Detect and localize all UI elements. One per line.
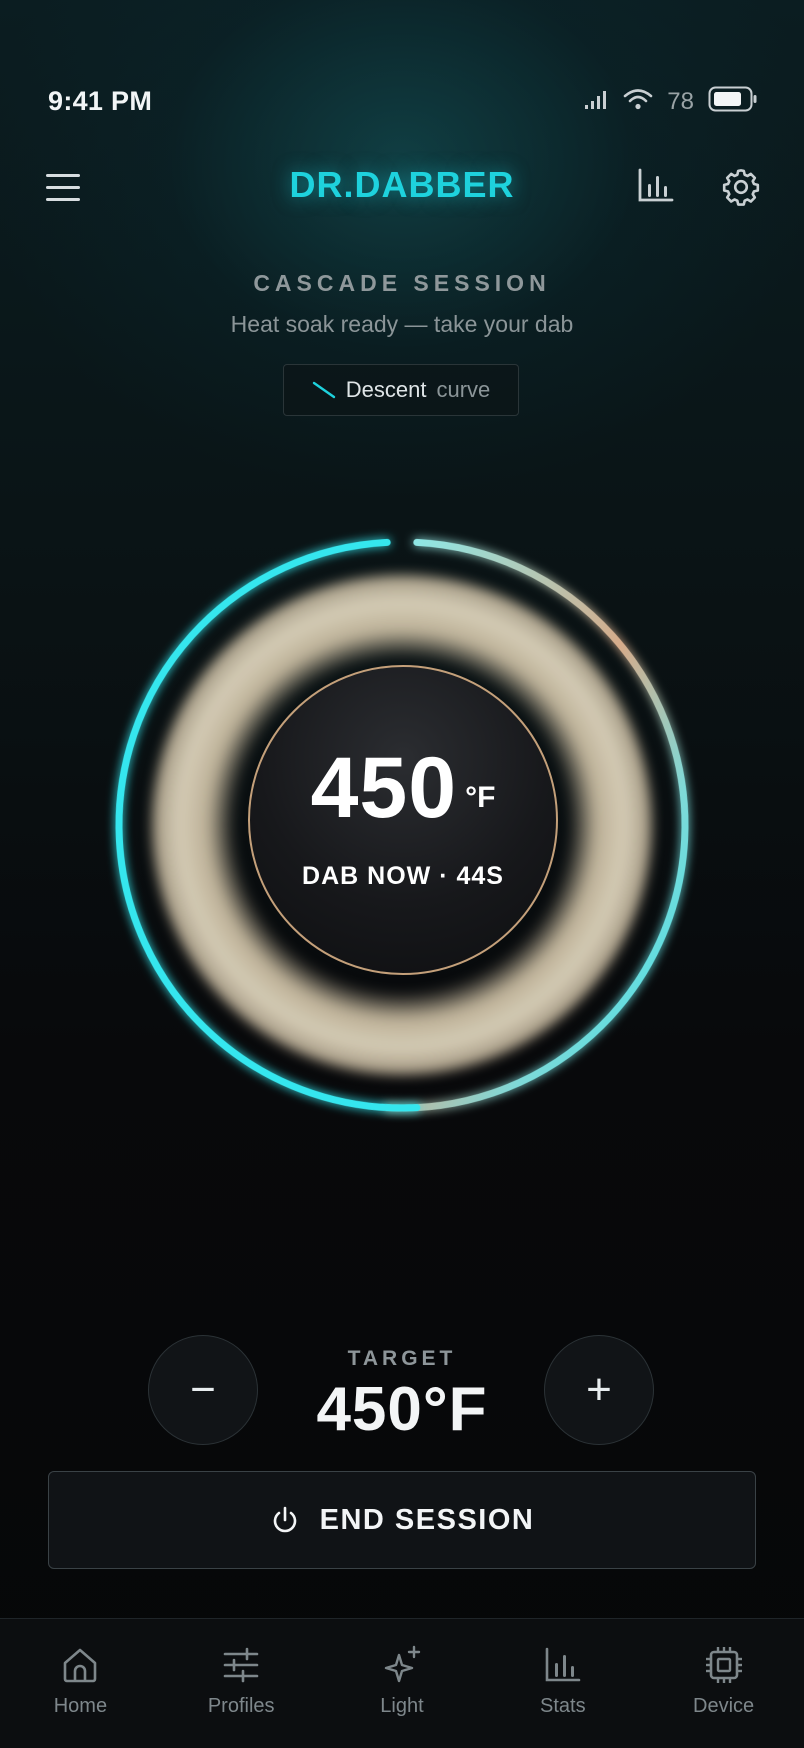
cellular-signal-icon (583, 89, 609, 114)
current-temperature: 450 (310, 740, 458, 836)
status-bar: 9:41 PM 78 (0, 0, 804, 150)
status-time: 9:41 PM (48, 86, 153, 116)
temperature-readout: 450 °F DAB NOW · 44S (248, 665, 558, 975)
nav-label-profiles: Profiles (207, 1695, 275, 1717)
wifi-icon (623, 88, 653, 115)
nav-item-light[interactable]: Light (322, 1619, 483, 1748)
nav-label-stats: Stats (540, 1695, 586, 1717)
descent-curve-icon (312, 381, 335, 399)
end-session-button[interactable]: END SESSION (48, 1471, 756, 1569)
status-indicators: 78 (583, 86, 758, 117)
app-screen: 9:41 PM 78 DR.DABBER CASCADE SESSION Hea… (0, 0, 804, 1748)
session-subtitle: Heat soak ready — take your dab (230, 311, 574, 337)
stats-button[interactable] (636, 166, 676, 206)
dab-status: DAB NOW · 44S (302, 862, 504, 890)
bar-chart-icon (545, 1647, 581, 1682)
brand-logo: DR.DABBER (289, 164, 515, 205)
increase-target-button[interactable]: + (544, 1335, 654, 1445)
battery-percent: 78 (667, 87, 694, 115)
nav-item-stats[interactable]: Stats (482, 1619, 643, 1748)
curve-name: Descent (345, 377, 427, 402)
gear-icon (722, 169, 760, 206)
temperature-unit: °F (465, 781, 496, 814)
target-temperature: 450°F (316, 1375, 488, 1444)
chip-icon (705, 1647, 742, 1683)
end-session-label: END SESSION (319, 1503, 535, 1536)
settings-button[interactable] (720, 166, 762, 208)
sliders-icon (223, 1647, 259, 1683)
session-title: CASCADE SESSION (253, 270, 551, 296)
bar-chart-icon (638, 168, 674, 202)
curve-selector[interactable]: Descent curve (283, 364, 519, 416)
nav-item-device[interactable]: Device (643, 1619, 804, 1748)
target-label: TARGET (347, 1347, 457, 1370)
bottom-nav: Home Profiles Light Stats Device (0, 1618, 804, 1748)
nav-label-light: Light (380, 1695, 424, 1717)
sparkle-icon (384, 1645, 421, 1683)
curve-suffix: curve (436, 377, 491, 402)
power-icon (273, 1506, 296, 1533)
nav-item-profiles[interactable]: Profiles (161, 1619, 322, 1748)
battery-icon (708, 86, 758, 117)
home-icon (64, 1648, 97, 1683)
nav-label-device: Device (693, 1695, 755, 1717)
app-header: DR.DABBER (0, 150, 804, 225)
nav-item-home[interactable]: Home (0, 1619, 161, 1748)
plus-icon: + (586, 1365, 612, 1414)
temperature-dial: 450 °F DAB NOW · 44S (102, 525, 702, 1125)
nav-label-home: Home (53, 1695, 108, 1717)
